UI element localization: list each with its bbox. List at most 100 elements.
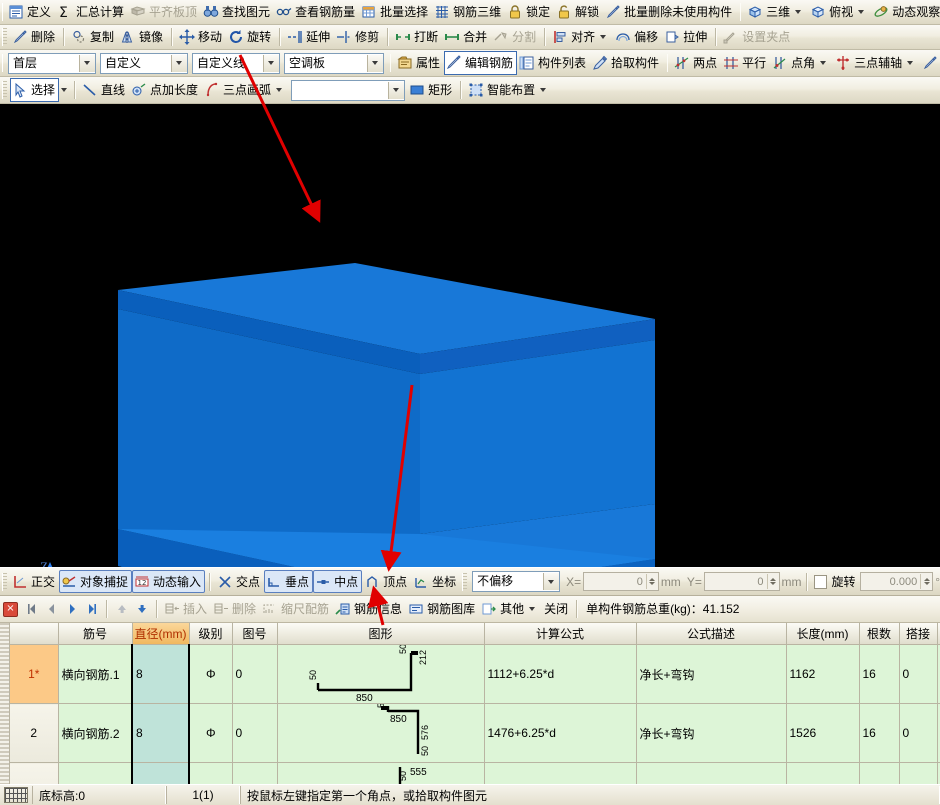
toolbar-extend-button[interactable]: 延伸	[285, 26, 334, 48]
rotate-checkbox[interactable]	[814, 575, 828, 589]
cell-diameter[interactable]: 8	[132, 704, 189, 763]
cell-desc[interactable]: 弯钩+净长	[636, 763, 786, 785]
prev-record-icon[interactable]	[42, 600, 62, 618]
toolbar-line-button[interactable]: 直线	[80, 79, 129, 101]
cell-name[interactable]: 横向钢筋.2	[58, 704, 132, 763]
toolbar-unlock-button[interactable]: 解锁	[554, 1, 603, 23]
x-offset-spinner[interactable]	[646, 574, 658, 589]
toolbar-grip[interactable]	[2, 81, 7, 99]
toolbar-grip[interactable]	[2, 54, 3, 72]
rotate-spinner[interactable]	[920, 574, 932, 589]
toolbar-view-rebar-qty-button[interactable]: 查看钢筋量	[274, 1, 359, 23]
cell-desc[interactable]: 净长+弯钩	[636, 704, 786, 763]
toolbar-lock-button[interactable]: 锁定	[505, 1, 554, 23]
cell-count[interactable]: 16	[859, 645, 899, 704]
rebar-library-button[interactable]: 钢筋图库	[406, 598, 479, 620]
col-header-figno[interactable]: 图号	[232, 623, 277, 645]
cell-length[interactable]: 726	[786, 763, 859, 785]
move-up-icon[interactable]	[112, 600, 132, 618]
model-viewport-3d[interactable]: Z	[0, 104, 940, 567]
toolbar-offset-button[interactable]: 偏移	[613, 26, 662, 48]
col-header-count[interactable]: 根数	[859, 623, 899, 645]
col-header-formula[interactable]: 计算公式	[484, 623, 636, 645]
toolbar-three-point-axis-button[interactable]: 三点辅轴	[833, 52, 920, 74]
col-header-lap[interactable]: 搭接	[899, 623, 937, 645]
toolbar-move-button[interactable]: 移动	[177, 26, 226, 48]
snap-intersection-button[interactable]: 交点	[215, 571, 264, 592]
chevron-down-icon[interactable]	[858, 10, 864, 14]
next-record-icon[interactable]	[62, 600, 82, 618]
toolbar-component-list-button[interactable]: 构件列表	[517, 52, 590, 74]
chevron-down-icon[interactable]	[263, 55, 279, 72]
toolbar-define-button[interactable]: 定义	[6, 1, 55, 23]
toolbar-3d-view-button[interactable]: 三维	[745, 1, 808, 23]
cell-formula[interactable]: 1112+6.25*d	[484, 645, 636, 704]
table-row[interactable]: 1* 横向钢筋.1 8 Φ 0 50 50 212 850	[10, 645, 940, 704]
close-icon[interactable]: ×	[3, 602, 18, 617]
toolbar-three-point-arc-button[interactable]: 三点画弧	[202, 79, 289, 101]
toolbar-batch-select-button[interactable]: 批量选择	[359, 1, 432, 23]
toolbar-stretch-button[interactable]: 拉伸	[662, 26, 711, 48]
snap-vertex-button[interactable]: 顶点	[362, 571, 411, 592]
cell-shape-diagram[interactable]: 50 50 212 850	[277, 645, 484, 704]
cell-name[interactable]: 横向钢筋.3	[58, 763, 132, 785]
arc-mode-select[interactable]	[291, 80, 405, 101]
rotate-input[interactable]: 0.000	[860, 572, 934, 591]
snap-object-snap-button[interactable]: 对象捕捉	[59, 570, 132, 593]
toolbar-grip[interactable]	[462, 573, 467, 591]
toolbar-rotate-button[interactable]: 旋转	[226, 26, 275, 48]
subcategory-select[interactable]: 自定义线	[192, 53, 280, 74]
y-offset-spinner[interactable]	[767, 574, 779, 589]
table-row[interactable]: 2 横向钢筋.2 8 Φ 0 50 850 576	[10, 704, 940, 763]
cell-shape-diagram[interactable]: 50 850 576 50	[277, 704, 484, 763]
toolbar-delete-axis-button[interactable]: 删除辅轴	[920, 52, 940, 74]
y-offset-input[interactable]: 0	[704, 572, 780, 591]
x-offset-input[interactable]: 0	[583, 572, 659, 591]
chevron-down-icon[interactable]	[820, 61, 826, 65]
toolbar-mirror-button[interactable]: 镜像	[118, 26, 167, 48]
col-header-length[interactable]: 长度(mm)	[786, 623, 859, 645]
snap-dynamic-input-button[interactable]: 12 动态输入	[132, 570, 205, 593]
cell-diameter[interactable]: 8	[132, 645, 189, 704]
cell-count[interactable]: 16	[859, 763, 899, 785]
toolbar-edit-rebar-button[interactable]: 编辑钢筋	[444, 51, 517, 75]
toolbar-rectangle-button[interactable]: 矩形	[407, 79, 456, 101]
toolbar-dynamic-orbit-button[interactable]: 动态观察	[871, 1, 940, 23]
move-down-icon[interactable]	[132, 600, 152, 618]
rebar-other-button[interactable]: 其他	[479, 598, 542, 620]
cell-grade[interactable]: Φ	[189, 763, 232, 785]
chevron-down-icon[interactable]	[600, 35, 606, 39]
snap-coordinate-button[interactable]: 坐标	[411, 571, 460, 592]
toolbar-find-element-button[interactable]: 查找图元	[201, 1, 274, 23]
toolbar-top-view-button[interactable]: 俯视	[808, 1, 871, 23]
chevron-down-icon[interactable]	[61, 88, 67, 92]
cell-lap[interactable]: 0	[899, 645, 937, 704]
snap-perpendicular-button[interactable]: 垂点	[264, 570, 313, 593]
component-select[interactable]: 空调板	[284, 53, 384, 74]
rebar-close-panel-button[interactable]: 关闭	[542, 598, 572, 620]
cell-figno[interactable]: 0	[232, 763, 277, 785]
toolbar-point-angle-button[interactable]: 点角	[770, 52, 833, 74]
col-header-shape[interactable]: 图形	[277, 623, 484, 645]
chevron-down-icon[interactable]	[367, 55, 383, 72]
chevron-down-icon[interactable]	[388, 82, 404, 99]
toolbar-grip[interactable]	[2, 573, 7, 591]
col-header-diameter[interactable]: 直径(mm)	[132, 623, 189, 645]
rebar-info-button[interactable]: 钢筋信息	[333, 598, 406, 620]
toolbar-point-plus-length-button[interactable]: 点加长度	[129, 79, 202, 101]
cell-lap[interactable]: 0	[899, 763, 937, 785]
toolbar-properties-button[interactable]: 属性	[395, 52, 444, 74]
toolbar-summary-calc-button[interactable]: Σ 汇总计算	[55, 1, 128, 23]
toolbar-trim-button[interactable]: 修剪	[334, 26, 383, 48]
toolbar-parallel-axis-button[interactable]: 平行	[721, 52, 770, 74]
offset-mode-select[interactable]: 不偏移	[472, 571, 560, 592]
col-header-desc[interactable]: 公式描述	[636, 623, 786, 645]
toolbar-merge-button[interactable]: 合并	[442, 26, 491, 48]
chevron-down-icon[interactable]	[79, 55, 95, 72]
toolbar-align-button[interactable]: 对齐	[550, 26, 613, 48]
snap-ortho-button[interactable]: 正交	[10, 571, 59, 592]
chevron-down-icon[interactable]	[171, 55, 187, 72]
cell-desc[interactable]: 净长+弯钩	[636, 645, 786, 704]
cell-figno[interactable]: 0	[232, 645, 277, 704]
toolbar-delete-button[interactable]: 删除	[10, 26, 59, 48]
